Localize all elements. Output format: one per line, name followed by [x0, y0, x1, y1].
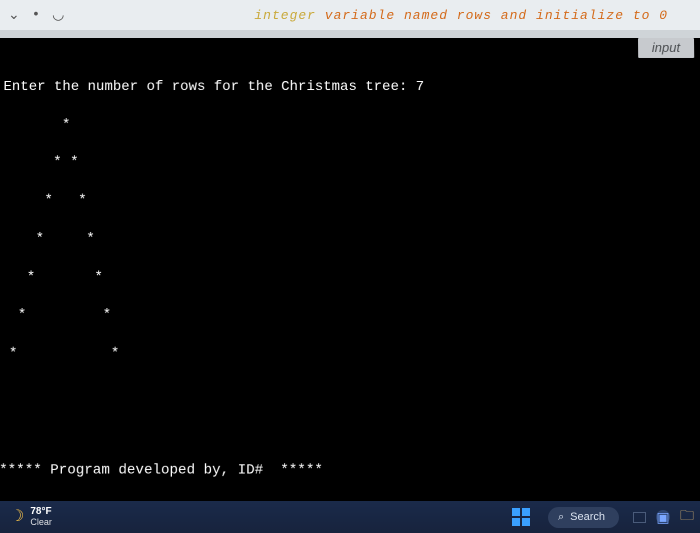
blank-line	[0, 422, 700, 441]
search-icon: ⌕	[558, 511, 564, 524]
weather-widget[interactable]: ☽ 78°F Clear	[10, 507, 52, 527]
taskbar-search[interactable]: ⌕ Search	[548, 507, 619, 528]
console-line: ***** Program developed by, ID# *****	[0, 461, 700, 480]
console-line: * *	[2, 230, 699, 249]
console-line: * *	[1, 268, 699, 287]
console-line: * *	[1, 306, 700, 325]
console-output[interactable]: input Enter the number of rows for the C…	[0, 38, 700, 507]
console-wrap: input Enter the number of rows for the C…	[0, 38, 700, 501]
code-comment: integer variable named rows and initiali…	[254, 8, 668, 23]
windows-taskbar[interactable]: ☽ 78°F Clear ⌕ Search ▣ 🗀	[0, 501, 700, 533]
moon-icon: ☽	[10, 509, 24, 526]
search-label: Search	[570, 511, 605, 523]
taskbar-pinned-apps: ▣ 🗀	[633, 505, 694, 529]
separator	[0, 30, 700, 38]
chevron-down-icon[interactable]: ⌄	[8, 7, 20, 24]
file-explorer-icon[interactable]: 🗀	[680, 505, 694, 529]
breakpoint-icon[interactable]: •	[32, 7, 40, 24]
blank-line	[0, 383, 700, 402]
weather-temp: 78°F	[30, 507, 52, 518]
input-badge[interactable]: input	[638, 38, 694, 58]
taskview-icon[interactable]	[633, 512, 646, 523]
console-line: * *	[0, 345, 699, 364]
editor-top-strip: ⌄ • ◡ integer variable named rows and in…	[0, 0, 700, 30]
windows-start-icon[interactable]	[512, 508, 530, 526]
console-line: Enter the number of rows for the Christm…	[3, 78, 696, 97]
console-line: * *	[2, 154, 697, 173]
comment-text: variable named rows and initialize to 0	[325, 8, 668, 23]
editor-gutter-icons: ⌄ • ◡	[8, 7, 64, 24]
weather-condition: Clear	[30, 518, 52, 527]
console-line: *	[3, 116, 697, 135]
console-line: * *	[2, 192, 698, 211]
chat-icon[interactable]: ▣	[656, 510, 670, 524]
comment-keyword: integer	[254, 8, 316, 23]
marker-icon[interactable]: ◡	[52, 7, 64, 24]
